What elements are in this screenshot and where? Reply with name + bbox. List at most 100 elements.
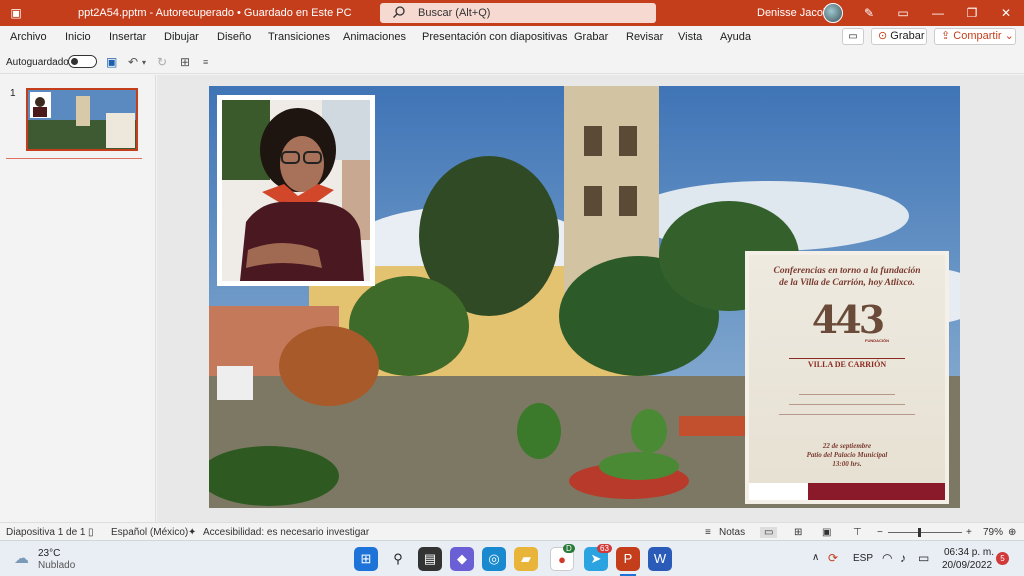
record-icon: ⊙ <box>878 30 888 42</box>
share-button-label: Compartir <box>953 30 1002 42</box>
poster-title-line2: de la Villa de Carrión, hoy Atlixco. <box>779 278 915 288</box>
tab-animaciones[interactable]: Animaciones <box>343 31 406 43</box>
record-button[interactable]: ⊙ Grabar <box>871 28 927 45</box>
accessibility-icon[interactable]: ✦ <box>188 527 196 538</box>
reading-view-icon[interactable]: ▣ <box>822 527 831 538</box>
poster-lecture-list <box>759 388 935 420</box>
tab-vista[interactable]: Vista <box>678 31 702 43</box>
search-taskbar-icon[interactable]: ⚲ <box>386 547 410 571</box>
restore-icon[interactable]: ❐ <box>962 4 982 22</box>
file-explorer-icon[interactable]: ▰ <box>514 547 538 571</box>
poster-title: Conferencias en torno a la fundación de … <box>755 265 939 289</box>
notification-count[interactable]: 5 <box>996 552 1009 565</box>
slide[interactable]: Conferencias en torno a la fundación de … <box>209 86 960 508</box>
comments-button[interactable]: ▭ <box>842 28 864 45</box>
word-taskbar-icon[interactable]: W <box>648 547 672 571</box>
customize-toolbar-icon[interactable]: ≡ <box>203 57 208 67</box>
event-poster[interactable]: Conferencias en torno a la fundación de … <box>745 251 949 504</box>
volume-icon[interactable]: ♪ <box>900 551 906 565</box>
user-avatar[interactable] <box>823 3 843 23</box>
autosave-label: Autoguardado <box>6 57 69 68</box>
accessibility-status[interactable]: Accesibilidad: es necesario investigar <box>203 527 369 538</box>
redo-icon[interactable]: ↻ <box>157 55 167 69</box>
tab-presentacion[interactable]: Presentación con diapositivas <box>422 31 568 43</box>
share-button[interactable]: ⇪ Compartir ⌄ <box>934 28 1016 45</box>
autosave-toggle[interactable] <box>68 55 97 68</box>
tab-insertar[interactable]: Insertar <box>109 31 146 43</box>
powerpoint-logo-icon: ▣ <box>10 6 22 20</box>
notes-button[interactable]: Notas <box>719 527 745 538</box>
input-language[interactable]: ESP <box>853 553 873 564</box>
zoom-in-icon[interactable]: + <box>966 527 972 538</box>
tab-inicio[interactable]: Inicio <box>65 31 91 43</box>
clock-time[interactable]: 06:34 p. m. <box>944 547 994 558</box>
zoom-level[interactable]: 79% <box>983 527 1003 538</box>
windows-start-icon[interactable]: ⊞ <box>354 547 378 571</box>
tab-grabar[interactable]: Grabar <box>574 31 608 43</box>
tab-transiciones[interactable]: Transiciones <box>268 31 330 43</box>
normal-view-icon[interactable]: ▭ <box>760 527 778 538</box>
poster-place: Patio del Palacio Municipal <box>806 451 888 459</box>
toggle-knob <box>71 58 78 65</box>
save-icon[interactable]: ▣ <box>106 55 117 69</box>
chrome-profile-badge: D <box>563 544 575 553</box>
hidden-icons-chevron-icon[interactable]: ∧ <box>812 552 819 563</box>
share-icon: ⇪ <box>941 30 951 42</box>
pen-icon[interactable]: ✎ <box>859 4 879 22</box>
poster-time: 13:00 hrs. <box>832 460 862 468</box>
zoom-slider-thumb[interactable] <box>918 528 921 537</box>
poster-body: Conferencias en torno a la fundación de … <box>749 255 945 500</box>
slide-thumbnail-panel: 1 <box>0 75 156 522</box>
slideshow-icon[interactable]: ⊤ <box>853 527 862 538</box>
chevron-down-icon: ⌄ <box>1004 30 1014 42</box>
thumbnail-divider <box>6 158 142 159</box>
weather-temperature[interactable]: 23°C <box>38 548 60 559</box>
wifi-icon[interactable]: ◠ <box>882 551 892 565</box>
ribbon-display-icon[interactable]: ▭ <box>893 4 913 22</box>
zoom-out-icon[interactable]: − <box>877 527 883 538</box>
windows-taskbar: ☁ 23°C Nublado ⊞ ⚲ ▤ ◆ ◎ ▰ ● D ➤ 63 P W … <box>0 540 1024 576</box>
comment-icon: ▭ <box>848 31 858 42</box>
edge-icon[interactable]: ◎ <box>482 547 506 571</box>
search-box[interactable]: Buscar (Alt+Q) <box>380 3 656 23</box>
notes-icon[interactable]: ≡ <box>705 527 711 538</box>
thumbnail-number: 1 <box>10 88 16 99</box>
present-icon[interactable]: ⊞ <box>180 55 190 69</box>
cloud-icon[interactable]: ☁ <box>14 549 29 567</box>
undo-icon[interactable]: ↶ <box>128 55 138 69</box>
zoom-slider[interactable] <box>888 532 962 533</box>
task-view-icon[interactable]: ▤ <box>418 547 442 571</box>
telegram-unread-badge: 63 <box>597 544 612 553</box>
close-icon[interactable]: ✕ <box>996 4 1016 22</box>
fit-slide-icon[interactable]: ⊕ <box>1008 527 1016 538</box>
status-bar: Diapositiva 1 de 1 ▯ Español (México) ✦ … <box>0 522 1024 540</box>
teams-chat-icon[interactable]: ◆ <box>450 547 474 571</box>
poster-footer-band <box>749 483 945 500</box>
undo-dropdown-icon[interactable]: ▾ <box>142 58 146 67</box>
clock-date[interactable]: 20/09/2022 <box>942 560 992 571</box>
language-status[interactable]: Español (México) <box>111 527 188 538</box>
battery-icon[interactable]: ▭ <box>918 551 929 565</box>
window-title: ppt2A54.pptm - Autorecuperado • Guardado… <box>78 7 352 19</box>
weather-description[interactable]: Nublado <box>38 560 75 571</box>
powerpoint-taskbar-icon[interactable]: P <box>616 547 640 571</box>
tab-archivo[interactable]: Archivo <box>10 31 47 43</box>
slide-thumbnail[interactable] <box>26 88 138 151</box>
tab-ayuda[interactable]: Ayuda <box>720 31 751 43</box>
tab-revisar[interactable]: Revisar <box>626 31 663 43</box>
tab-diseno[interactable]: Diseño <box>217 31 251 43</box>
slide-counter: Diapositiva 1 de 1 <box>6 527 86 538</box>
slide-sorter-icon[interactable]: ⊞ <box>794 527 802 538</box>
minimize-icon[interactable]: — <box>928 4 948 22</box>
tab-dibujar[interactable]: Dibujar <box>164 31 199 43</box>
ribbon-tabs: Archivo Inicio Insertar Dibujar Diseño T… <box>0 26 1024 48</box>
poster-date-place: 22 de septiembre Patio del Palacio Munic… <box>759 442 935 469</box>
search-icon <box>392 5 406 22</box>
speaker-photo[interactable] <box>217 95 375 286</box>
speaker-portrait-image <box>222 100 370 281</box>
poster-anniversary-number: 443 <box>811 297 885 342</box>
sync-icon[interactable]: ⟳ <box>828 551 838 565</box>
poster-date: 22 de septiembre <box>822 442 872 450</box>
record-button-label: Grabar <box>890 30 925 42</box>
spellcheck-icon[interactable]: ▯ <box>88 527 94 538</box>
